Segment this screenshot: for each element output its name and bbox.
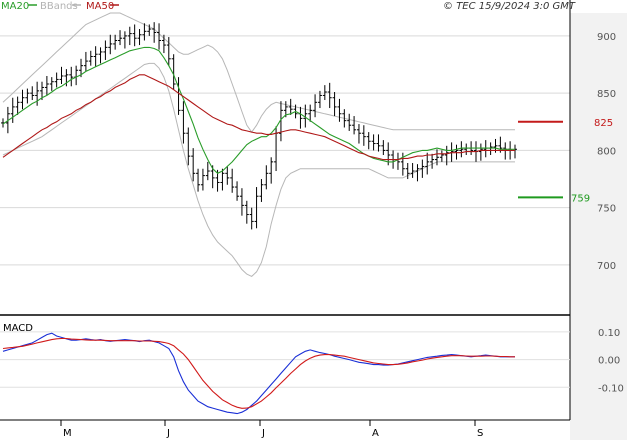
legend-ma50-label: MA50 xyxy=(86,1,114,12)
resistance-level-label: 825 xyxy=(594,118,613,129)
price-tick-label: 750 xyxy=(597,204,616,215)
price-tick-label: 700 xyxy=(597,261,616,272)
price-tick-label: 900 xyxy=(597,32,616,43)
time-axis-label: J xyxy=(166,428,170,439)
support-level-label: 759 xyxy=(571,193,590,204)
legend-ma20-label: MA20 xyxy=(1,1,29,12)
data-credit: © TEC 15/9/2024 3:0 GMT xyxy=(443,1,576,12)
macd-label: MACD xyxy=(3,323,33,334)
time-axis-label: M xyxy=(63,428,72,439)
macd-tick-label: 0.00 xyxy=(598,356,620,367)
chart-background xyxy=(0,0,627,440)
legend: MA20 BBands MA50 xyxy=(1,1,119,12)
price-tick-label: 800 xyxy=(597,146,616,157)
macd-axis-ticks: 0.10 0.00 -0.10 xyxy=(598,328,624,394)
stock-chart: 825 759 700750800850900 0.100.00-0.10 MA… xyxy=(0,0,627,440)
macd-tick-label: 0.10 xyxy=(598,328,620,339)
time-axis-label: A xyxy=(372,428,379,439)
time-axis-label: S xyxy=(477,428,483,439)
legend-bbands-label: BBands xyxy=(40,1,78,12)
time-axis-label: J xyxy=(261,428,265,439)
price-axis-strip xyxy=(570,13,627,440)
price-tick-label: 850 xyxy=(597,89,616,100)
macd-tick-label: -0.10 xyxy=(598,383,624,394)
